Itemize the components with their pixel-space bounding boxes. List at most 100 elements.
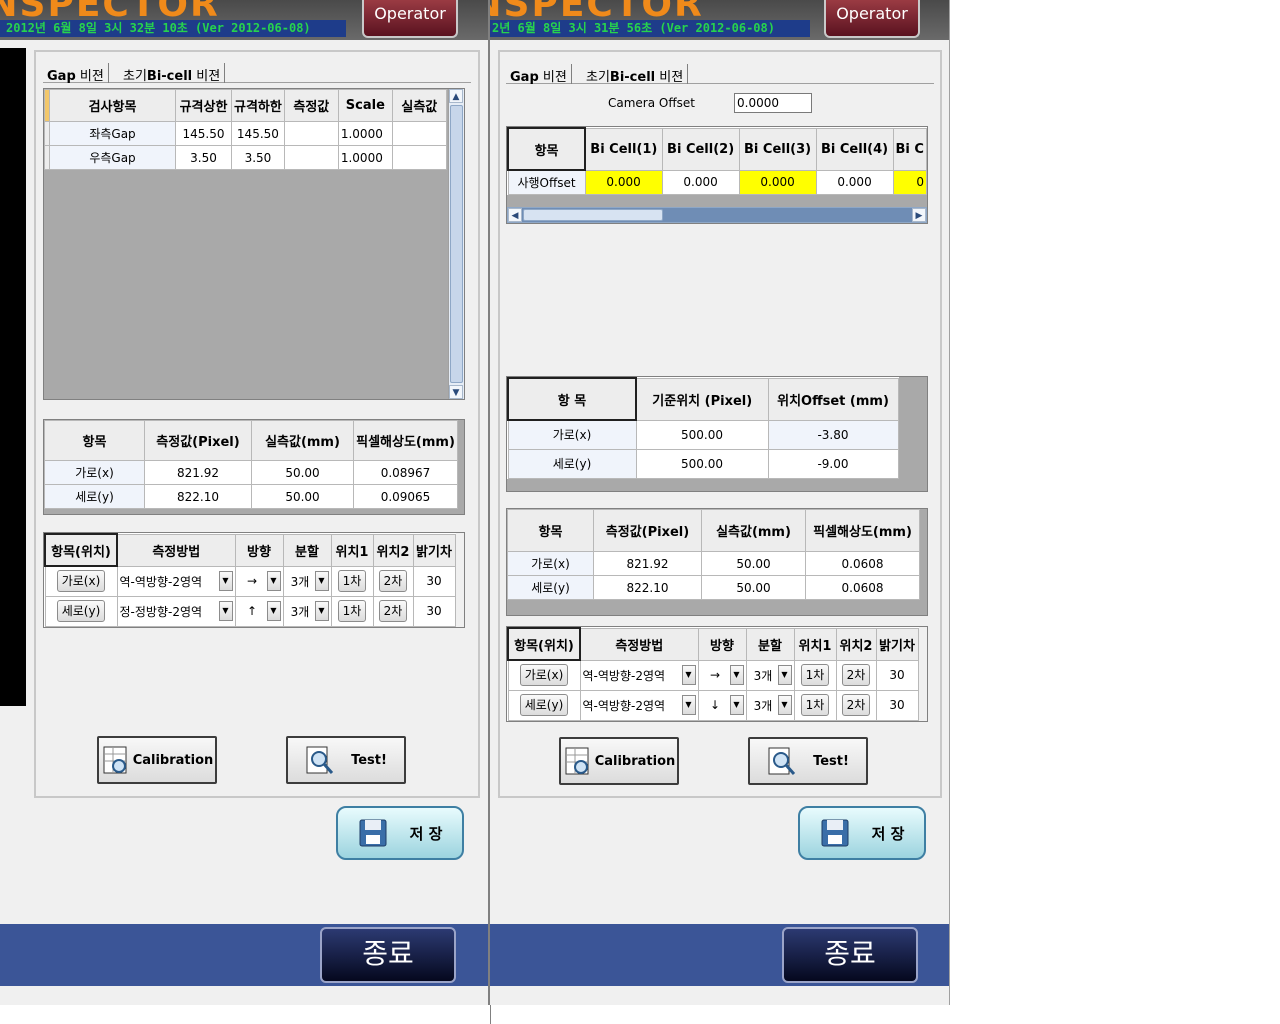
item-x-button[interactable]: 가로(x) [519, 664, 569, 687]
table-cell[interactable]: 30 [875, 689, 919, 721]
operator-button[interactable]: Operator [824, 0, 920, 38]
method-value: 역-역방향-2영역 [582, 668, 666, 683]
table-row[interactable]: 우측Gap 3.50 3.50 1.0000 [44, 145, 447, 170]
item-y-button[interactable]: 세로(y) [56, 600, 106, 622]
table-cell: 0.09065 [353, 484, 458, 509]
save-button[interactable]: 저 장 [336, 806, 464, 860]
table-cell[interactable]: 500.00 [635, 448, 769, 479]
position2-button[interactable]: 2차 [841, 664, 871, 686]
chevron-down-icon[interactable]: ▼ [777, 695, 792, 715]
scroll-right-icon[interactable]: ▶ [912, 208, 926, 222]
chevron-down-icon[interactable]: ▼ [314, 571, 329, 591]
table-cell: 3개 ▼ [745, 689, 795, 721]
table-cell[interactable]: 1.0000 [337, 121, 393, 146]
position1-button[interactable]: 1차 [800, 664, 830, 686]
position2-button[interactable]: 2차 [841, 694, 871, 716]
table-row: 세로(y) 500.00 -9.00 [507, 448, 899, 479]
method-select[interactable]: 역-역방향-2영역 ▼ [583, 694, 696, 716]
chevron-down-icon[interactable]: ▼ [729, 695, 744, 715]
chevron-down-icon[interactable]: ▼ [729, 665, 744, 685]
division-select[interactable]: 3개 ▼ [749, 694, 792, 716]
division-value: 3개 [753, 668, 773, 683]
table-cell[interactable] [283, 145, 339, 170]
calibration-icon [103, 746, 127, 774]
col-header: 측정값 [283, 89, 339, 122]
position2-button[interactable]: 2차 [378, 600, 408, 622]
calibration-label: Calibration [594, 753, 676, 769]
table-cell: 0.0608 [805, 575, 920, 600]
table-row[interactable]: 좌측Gap 145.50 145.50 1.0000 [44, 121, 447, 146]
table-cell[interactable]: 0 [892, 169, 928, 195]
col-header: 실측값 [391, 89, 447, 122]
position2-button[interactable]: 2차 [378, 570, 408, 592]
test-button[interactable]: Test! [748, 737, 868, 785]
method-select[interactable]: 역-역방향-2영역 ▼ [583, 664, 696, 686]
chevron-down-icon[interactable]: ▼ [218, 601, 233, 621]
pixel-table: 항목 측정값(Pixel) 실측값(mm) 픽셀해상도(mm) 가로(x) 82… [507, 509, 920, 600]
table-cell: 좌측Gap [49, 121, 176, 146]
division-select[interactable]: 3개 ▼ [749, 664, 792, 686]
gap-table-scrollbar[interactable]: ▲ ▼ [448, 89, 464, 399]
tab-bicell-vision[interactable]: 초기Bi-cell 비젼 [119, 63, 226, 84]
table-cell: 3개 ▼ [282, 565, 332, 597]
position1-button[interactable]: 1차 [337, 570, 367, 592]
col-header: 실측값(mm) [701, 509, 806, 552]
table-cell[interactable]: 0.000 [661, 169, 740, 195]
method-select[interactable]: 정-정방향-2영역 ▼ [120, 600, 233, 622]
item-y-button[interactable]: 세로(y) [519, 694, 569, 716]
method-select[interactable]: 역-역방향-2영역 ▼ [120, 570, 233, 592]
table-cell: ↓ ▼ [697, 689, 747, 721]
tab-gap-vision[interactable]: Gap 비젼 [506, 64, 572, 85]
table-cell[interactable]: 0.000 [584, 169, 663, 195]
item-x-button[interactable]: 가로(x) [56, 570, 106, 593]
chevron-down-icon[interactable]: ▼ [266, 601, 281, 621]
calibration-button[interactable]: Calibration [97, 736, 217, 784]
chevron-down-icon[interactable]: ▼ [777, 665, 792, 685]
scroll-down-icon[interactable]: ▼ [449, 385, 463, 399]
table-cell[interactable]: 30 [412, 565, 456, 597]
scroll-thumb[interactable] [450, 105, 463, 383]
scroll-left-icon[interactable]: ◀ [508, 208, 522, 222]
direction-select[interactable]: ↓ ▼ [701, 694, 744, 716]
operator-button[interactable]: Operator [362, 0, 458, 38]
table-cell: 2차 [372, 565, 414, 597]
direction-select[interactable]: → ▼ [238, 570, 281, 592]
division-select[interactable]: 3개 ▼ [286, 570, 329, 592]
table-cell[interactable]: 30 [875, 659, 919, 691]
exit-button[interactable]: 종료 [320, 927, 456, 983]
chevron-down-icon[interactable]: ▼ [218, 571, 233, 591]
exit-button[interactable]: 종료 [782, 927, 918, 983]
camera-offset-input[interactable]: 0.0000 [734, 93, 812, 113]
direction-select[interactable]: ↑ ▼ [238, 600, 281, 622]
calibration-button[interactable]: Calibration [559, 737, 679, 785]
scroll-up-icon[interactable]: ▲ [449, 89, 463, 103]
division-select[interactable]: 3개 ▼ [286, 600, 329, 622]
table-cell[interactable] [283, 121, 339, 146]
col-header: 픽셀해상도(mm) [353, 420, 458, 461]
bicell-hscrollbar[interactable]: ◀ ▶ [507, 207, 927, 223]
table-cell[interactable]: 0.000 [815, 169, 894, 195]
position1-button[interactable]: 1차 [337, 600, 367, 622]
chevron-down-icon[interactable]: ▼ [681, 695, 696, 715]
table-cell[interactable]: 0.000 [738, 169, 817, 195]
test-button[interactable]: Test! [286, 736, 406, 784]
table-cell[interactable]: 30 [412, 595, 456, 627]
table-cell[interactable]: 1.0000 [337, 145, 393, 170]
tab-bicell-vision[interactable]: 초기Bi-cell 비젼 [582, 64, 689, 85]
scroll-thumb[interactable] [523, 209, 663, 221]
tab-gap-vision[interactable]: Gap 비젼 [43, 63, 109, 84]
table-cell: 1차 [330, 595, 374, 627]
chevron-down-icon[interactable]: ▼ [681, 665, 696, 685]
table-cell[interactable]: 500.00 [635, 419, 769, 450]
chevron-down-icon[interactable]: ▼ [266, 571, 281, 591]
col-header: 측정값(Pixel) [593, 509, 702, 552]
table-cell: 1차 [793, 689, 837, 721]
col-header: Scale [337, 89, 393, 122]
chevron-down-icon[interactable]: ▼ [314, 601, 329, 621]
direction-select[interactable]: → ▼ [701, 664, 744, 686]
table-cell: 세로(y) [507, 575, 594, 600]
position1-button[interactable]: 1차 [800, 694, 830, 716]
col-header: 측정방법 [579, 627, 699, 661]
tab-bicell-pre: 초기 [123, 69, 147, 84]
save-button[interactable]: 저 장 [798, 806, 926, 860]
